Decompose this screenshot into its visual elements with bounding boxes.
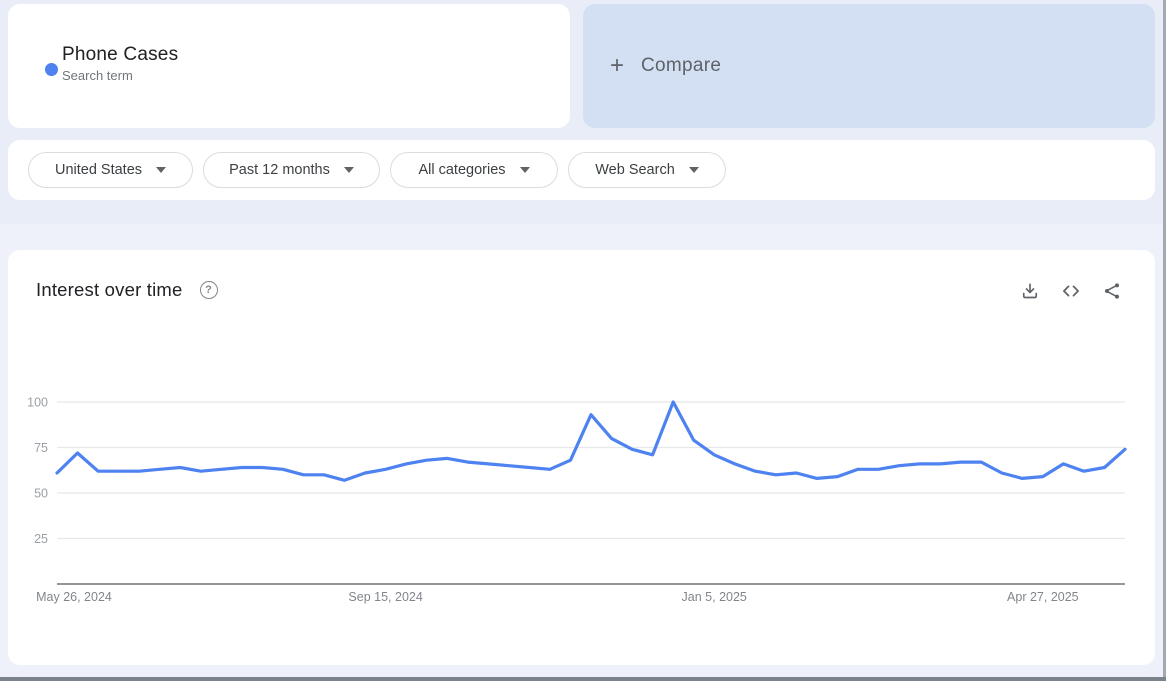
svg-text:50: 50	[34, 487, 48, 501]
compare-button[interactable]: + Compare	[583, 4, 1155, 128]
filter-country-label: United States	[55, 162, 142, 178]
chevron-down-icon	[520, 167, 530, 173]
chevron-down-icon	[344, 167, 354, 173]
chevron-down-icon	[156, 167, 166, 173]
svg-text:Sep 15, 2024: Sep 15, 2024	[348, 590, 422, 604]
filter-category-dropdown[interactable]: All categories	[390, 152, 558, 188]
svg-text:May 26, 2024: May 26, 2024	[36, 590, 112, 604]
plus-icon: +	[610, 54, 624, 78]
interest-over-time-chart[interactable]: 25 50 75 100 May 26, 2024 Sep 15, 2024 Jan 5, …	[8, 250, 1155, 665]
chevron-down-icon	[689, 167, 699, 173]
search-term-card[interactable]: Phone Cases Search term	[8, 4, 570, 128]
filter-bar: United States Past 12 months All categor…	[8, 140, 1155, 200]
filter-category-label: All categories	[418, 162, 505, 178]
search-term-title: Phone Cases	[62, 44, 178, 66]
filter-searchtype-dropdown[interactable]: Web Search	[568, 152, 726, 188]
filter-country-dropdown[interactable]: United States	[28, 152, 193, 188]
search-term-subtitle: Search term	[62, 68, 133, 83]
svg-text:75: 75	[34, 441, 48, 455]
compare-label: Compare	[641, 55, 721, 77]
svg-text:Jan 5, 2025: Jan 5, 2025	[682, 590, 747, 604]
svg-text:25: 25	[34, 532, 48, 546]
filter-timerange-label: Past 12 months	[229, 162, 330, 178]
svg-text:Apr 27, 2025: Apr 27, 2025	[1007, 590, 1079, 604]
filter-searchtype-label: Web Search	[595, 162, 675, 178]
svg-text:100: 100	[27, 396, 48, 410]
series-color-dot-icon	[45, 63, 58, 76]
filter-timerange-dropdown[interactable]: Past 12 months	[203, 152, 380, 188]
window-bottom-edge	[0, 677, 1166, 681]
